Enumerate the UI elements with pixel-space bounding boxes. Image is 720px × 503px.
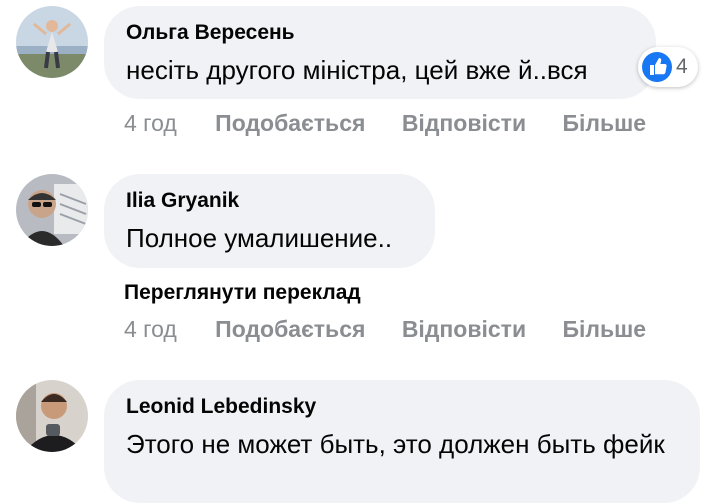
reaction-summary[interactable]: 4 <box>638 47 698 87</box>
avatar[interactable] <box>16 174 88 246</box>
more-button[interactable]: Більше <box>562 315 646 343</box>
comment-time[interactable]: 4 год <box>124 109 177 137</box>
comment-text: несіть другого міністра, цей вже й..вся <box>126 55 588 85</box>
reaction-count: 4 <box>676 55 688 78</box>
avatar[interactable] <box>16 380 88 452</box>
comment-author[interactable]: Ilia Gryanik <box>126 188 411 214</box>
comment-bubble: Leonid Lebedinsky Этого не может быть, э… <box>104 380 700 503</box>
reply-button[interactable]: Відповісти <box>402 315 526 343</box>
more-button[interactable]: Більше <box>562 109 646 137</box>
comment-bubble: Ольга Вересень несіть другого міністра, … <box>104 6 656 99</box>
see-translation-link[interactable]: Переглянути переклад <box>124 280 361 306</box>
like-button[interactable]: Подобається <box>215 109 365 137</box>
like-icon <box>642 52 672 82</box>
reply-button[interactable]: Відповісти <box>402 109 526 137</box>
comment-actions: 4 год Подобається Відповісти Більше <box>124 109 676 137</box>
comment-text: Полное умалишение.. <box>126 223 393 253</box>
comment-author[interactable]: Leonid Lebedinsky <box>126 394 676 420</box>
like-button[interactable]: Подобається <box>215 315 365 343</box>
comment-time[interactable]: 4 год <box>124 315 177 343</box>
comment-author[interactable]: Ольга Вересень <box>126 20 632 46</box>
comment-bubble: Ilia Gryanik Полное умалишение.. <box>104 174 435 268</box>
avatar[interactable] <box>16 6 88 78</box>
comment-actions: 4 год Подобається Відповісти Більше <box>124 315 676 343</box>
comment-text: Этого не может быть, это должен быть фей… <box>126 429 665 459</box>
